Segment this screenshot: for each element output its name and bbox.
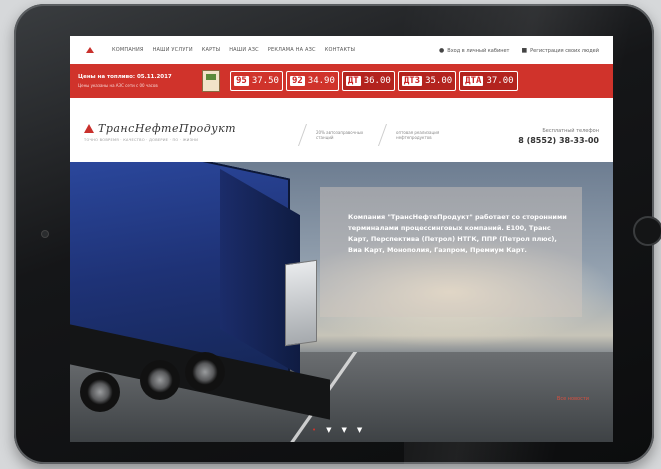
price-92: 92 34.90	[285, 71, 339, 91]
menu-item-stations[interactable]: НАШИ АЗС	[229, 47, 259, 53]
stat-wholesale: оптовая реализация нефтепродуктов	[396, 130, 440, 140]
camera	[42, 231, 48, 237]
slider-dot-2[interactable]: ▼	[326, 426, 331, 434]
login-link[interactable]: ● Вход в личный кабинет	[439, 47, 509, 54]
slider-dot-1[interactable]: •	[312, 426, 316, 434]
price-dtz: ДТЗ 35.00	[397, 71, 457, 91]
lock-icon: ■	[521, 46, 528, 54]
price-dt: ДТ 36.00	[341, 71, 395, 91]
fuel-pump-icon	[202, 70, 220, 92]
fuel-price: 37.50	[251, 76, 279, 86]
fuel-type: 92	[289, 76, 305, 86]
divider	[297, 124, 308, 146]
website-screen: КОМПАНИЯ НАШИ УСЛУГИ КАРТЫ НАШИ АЗС РЕКЛ…	[70, 36, 613, 442]
fuel-price-bar: Цены на топливо: 05.11.2017 Цены указаны…	[70, 64, 613, 98]
fuel-type: ДТ	[345, 76, 361, 86]
truck-wheel	[140, 360, 180, 400]
top-navigation: КОМПАНИЯ НАШИ УСЛУГИ КАРТЫ НАШИ АЗС РЕКЛ…	[70, 36, 613, 64]
truck-wheel	[80, 372, 120, 412]
fuel-price: 36.00	[363, 76, 391, 86]
main-menu: КОМПАНИЯ НАШИ УСЛУГИ КАРТЫ НАШИ АЗС РЕКЛ…	[112, 47, 355, 53]
truck-cab	[285, 259, 317, 347]
fuel-price: 37.00	[486, 76, 514, 86]
user-links: ● Вход в личный кабинет ■ Регистрация свои…	[439, 47, 599, 54]
hotline-phone[interactable]: 8 (8552) 38-33-00	[518, 136, 599, 145]
divider	[377, 124, 388, 146]
menu-item-company[interactable]: КОМПАНИЯ	[112, 47, 144, 53]
logo-triangle-icon	[84, 124, 94, 133]
brand-logo[interactable]: ТрансНефтеПродукт	[84, 122, 236, 135]
slider-dot-3[interactable]: ▼	[342, 426, 347, 434]
fuel-type: ДТЗ	[401, 76, 423, 86]
price-date-block: Цены на топливо: 05.11.2017 Цены указаны…	[70, 74, 196, 88]
brand-header: ТрансНефтеПродукт ТОЧНО ВОВРЕМЯ · КАЧЕСТ…	[70, 98, 613, 163]
user-icon: ●	[439, 46, 445, 54]
menu-item-services[interactable]: НАШИ УСЛУГИ	[153, 47, 193, 53]
fuel-price: 34.90	[307, 76, 335, 86]
price-date: Цены на топливо: 05.11.2017	[78, 74, 172, 80]
slider-dot-4[interactable]: ▼	[357, 426, 362, 434]
stat-stations: 20% автозаправочных станций	[316, 130, 364, 140]
price-dta: ДТА 37.00	[459, 71, 518, 91]
price-list: 95 37.50 92 34.90 ДТ 36.00 ДТЗ 35.00 ДТА 37.0…	[230, 71, 518, 91]
brand-name: ТрансНефтеПродукт	[98, 122, 237, 135]
logo-mini-icon[interactable]	[86, 47, 94, 53]
login-label: Вход в личный кабинет	[447, 47, 510, 54]
hotline: Бесплатный телефон 8 (8552) 38-33-00	[518, 128, 599, 145]
info-text: Компания "ТрансНефтеПродукт" работает со…	[348, 213, 567, 254]
menu-item-advertising[interactable]: РЕКЛАМА НА АЗС	[268, 47, 316, 53]
hero-slider: Компания "ТрансНефтеПродукт" работает со…	[70, 162, 613, 442]
home-button[interactable]	[633, 216, 661, 246]
menu-item-cards[interactable]: КАРТЫ	[202, 47, 220, 53]
slider-dots: • ▼ ▼ ▼	[312, 426, 362, 434]
price-95: 95 37.50	[230, 71, 283, 91]
menu-item-contacts[interactable]: КОНТАКТЫ	[325, 47, 355, 53]
hotline-label: Бесплатный телефон	[542, 128, 599, 134]
register-link[interactable]: ■ Регистрация своих людей	[521, 47, 599, 54]
news-link[interactable]: Все новости	[557, 396, 589, 402]
truck-wheel	[185, 352, 225, 392]
fuel-price: 35.00	[425, 76, 453, 86]
register-label: Регистрация своих людей	[530, 47, 599, 54]
fuel-type: 95	[234, 76, 249, 86]
brand-slogan: ТОЧНО ВОВРЕМЯ · КАЧЕСТВО · ДОВЕРИЕ · ПО …	[84, 138, 199, 142]
fuel-type: ДТА	[463, 76, 484, 86]
price-note: Цены указаны на АЗС сети с 00 часов	[78, 83, 158, 88]
